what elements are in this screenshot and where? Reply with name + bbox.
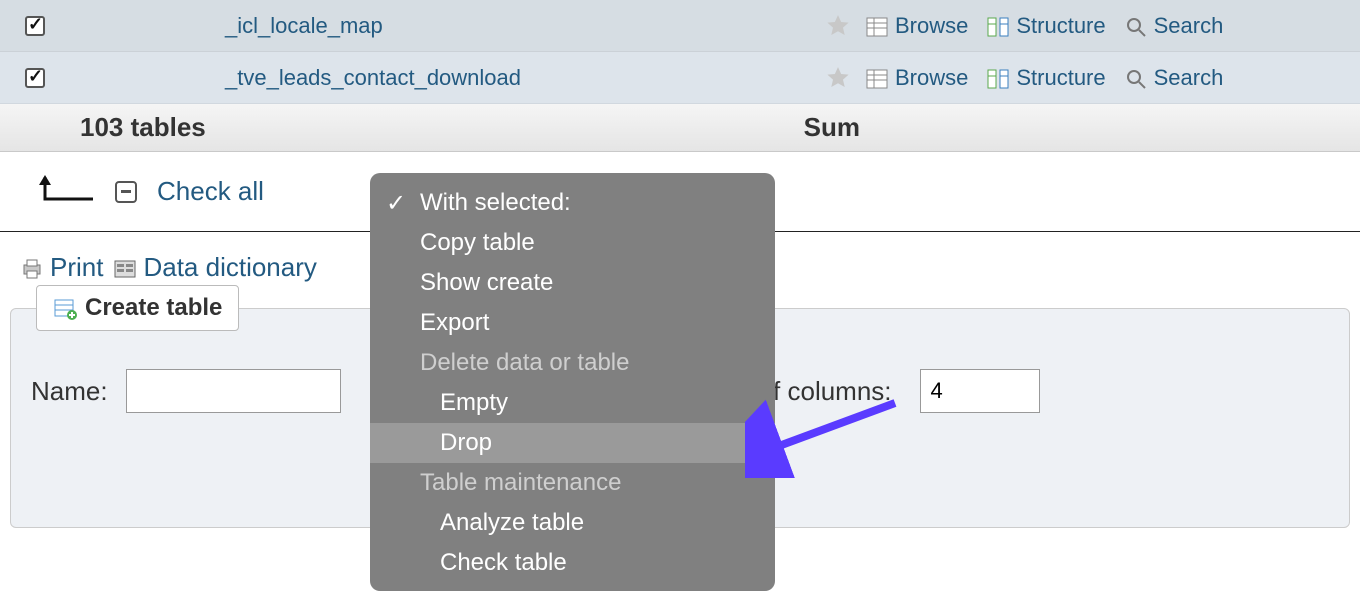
table-name-link[interactable]: _icl_locale_map — [225, 13, 383, 38]
structure-action[interactable]: Structure — [986, 65, 1105, 91]
structure-label: Structure — [1016, 13, 1105, 39]
summary-row: 103 tables Sum — [0, 104, 1360, 152]
table-row: _tve_leads_contact_download Browse Struc… — [0, 52, 1360, 104]
favorite-star-icon[interactable] — [810, 65, 865, 91]
columns-input[interactable] — [920, 369, 1040, 413]
row-checkbox-cell — [0, 68, 70, 88]
search-icon — [1124, 67, 1148, 89]
dd-analyze[interactable]: Analyze table — [370, 503, 775, 543]
dd-group-maintenance: Table maintenance — [370, 463, 775, 503]
row-checkbox[interactable] — [25, 16, 45, 36]
create-table-icon — [53, 297, 77, 319]
with-selected-dropdown[interactable]: With selected: Copy table Show create Ex… — [370, 173, 775, 591]
tables-count: 103 tables — [0, 112, 206, 143]
row-name-cell: _tve_leads_contact_download — [70, 65, 810, 91]
structure-label: Structure — [1016, 65, 1105, 91]
dd-group-delete: Delete data or table — [370, 343, 775, 383]
sum-label: Sum — [804, 112, 1360, 143]
dd-check[interactable]: Check table — [370, 543, 775, 583]
search-action[interactable]: Search — [1124, 65, 1224, 91]
row-checkbox[interactable] — [25, 68, 45, 88]
name-label: Name: — [31, 376, 108, 407]
browse-action[interactable]: Browse — [865, 65, 968, 91]
dd-drop[interactable]: Drop — [370, 423, 775, 463]
create-table-button[interactable]: Create table — [36, 285, 239, 331]
name-input[interactable] — [126, 369, 341, 413]
structure-icon — [986, 67, 1010, 89]
browse-label: Browse — [895, 13, 968, 39]
dd-empty[interactable]: Empty — [370, 383, 775, 423]
favorite-star-icon[interactable] — [810, 13, 865, 39]
browse-icon — [865, 15, 889, 37]
structure-icon — [986, 15, 1010, 37]
checkall-label[interactable]: Check all — [157, 176, 264, 207]
print-icon — [20, 257, 44, 279]
data-dictionary-label: Data dictionary — [143, 252, 316, 283]
print-label: Print — [50, 252, 103, 283]
data-dictionary-link[interactable]: Data dictionary — [113, 252, 316, 283]
data-dictionary-icon — [113, 257, 137, 279]
columns-label: of columns: — [759, 376, 892, 407]
row-actions: Browse Structure Search — [865, 65, 1360, 91]
dd-show-create[interactable]: Show create — [370, 263, 775, 303]
table-rows: _icl_locale_map Browse Structure — [0, 0, 1360, 104]
table-row: _icl_locale_map Browse Structure — [0, 0, 1360, 52]
row-checkbox-cell — [0, 16, 70, 36]
search-label: Search — [1154, 65, 1224, 91]
browse-icon — [865, 67, 889, 89]
checkall-tristate[interactable] — [115, 181, 137, 203]
row-actions: Browse Structure Search — [865, 13, 1360, 39]
search-label: Search — [1154, 13, 1224, 39]
table-name-link[interactable]: _tve_leads_contact_download — [225, 65, 521, 90]
search-action[interactable]: Search — [1124, 13, 1224, 39]
row-name-cell: _icl_locale_map — [70, 13, 810, 39]
up-left-arrow-icon — [35, 173, 95, 211]
dd-copy-table[interactable]: Copy table — [370, 223, 775, 263]
print-link[interactable]: Print — [20, 252, 103, 283]
browse-action[interactable]: Browse — [865, 13, 968, 39]
create-table-label: Create table — [85, 294, 222, 322]
browse-label: Browse — [895, 65, 968, 91]
structure-action[interactable]: Structure — [986, 13, 1105, 39]
dd-header[interactable]: With selected: — [370, 183, 775, 223]
dd-export[interactable]: Export — [370, 303, 775, 343]
search-icon — [1124, 15, 1148, 37]
